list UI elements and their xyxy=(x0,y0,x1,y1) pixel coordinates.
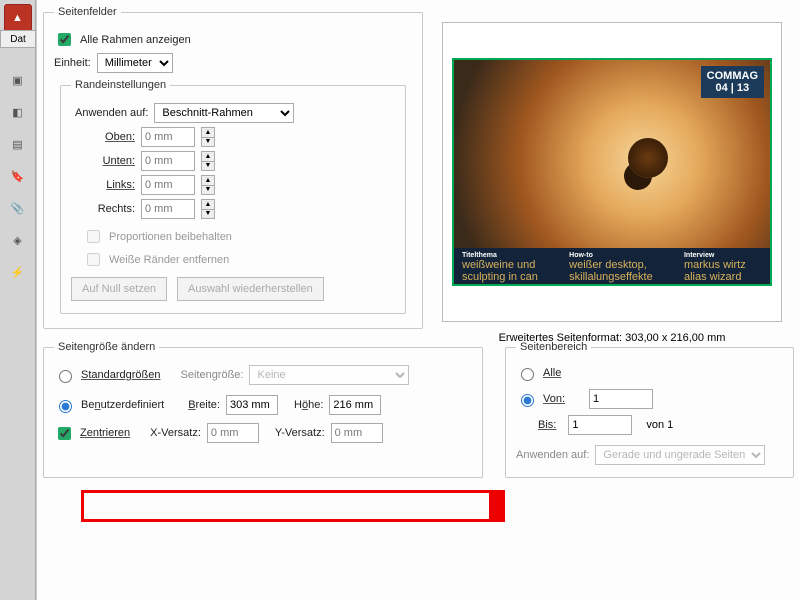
custom-size-label: Benutzerdefiniert xyxy=(81,399,164,411)
unit-select[interactable]: Millimeter xyxy=(97,53,173,73)
range-apply-label: Anwenden auf: xyxy=(516,449,589,461)
crop-dialog: Seitenfelder Alle Rahmen anzeigen Einhei… xyxy=(36,0,800,600)
show-all-boxes-checkbox[interactable] xyxy=(58,33,71,46)
top-label: Oben: xyxy=(83,131,135,143)
center-checkbox[interactable] xyxy=(58,427,71,440)
margin-settings-group: Randeinstellungen Anwenden auf: Beschnit… xyxy=(60,79,406,314)
to-input[interactable] xyxy=(568,415,632,435)
all-pages-radio[interactable] xyxy=(521,368,534,381)
xoffset-label: X-Versatz: xyxy=(150,427,201,439)
bottom-input[interactable] xyxy=(141,151,195,171)
width-label: Breite: xyxy=(188,399,220,411)
yoffset-label: Y-Versatz: xyxy=(275,427,325,439)
remove-white-checkbox[interactable] xyxy=(87,253,100,266)
tool-icon-3[interactable]: ▤ xyxy=(4,130,32,158)
standard-sizes-radio[interactable] xyxy=(59,370,72,383)
height-label: Höhe: xyxy=(294,399,323,411)
change-page-size-group: Seitengröße ändern Standardgrößen Seiten… xyxy=(43,341,483,478)
page-boxes-group: Seitenfelder Alle Rahmen anzeigen Einhei… xyxy=(43,6,423,329)
pagesize-label: Seitengröße: xyxy=(181,369,244,381)
file-tab[interactable]: Dat xyxy=(0,30,36,48)
attachment-icon[interactable]: 📎 xyxy=(4,194,32,222)
tool-icon-7[interactable]: ⚡ xyxy=(4,258,32,286)
right-label: Rechts: xyxy=(83,203,135,215)
magazine-footer: Titelthemaweißweine und sculpting in can… xyxy=(454,248,770,284)
bookmark-icon[interactable]: 🔖 xyxy=(4,162,32,190)
of-label: von 1 xyxy=(646,419,673,431)
bottom-spinner[interactable]: ▲▼ xyxy=(201,151,215,171)
height-input[interactable] xyxy=(329,395,381,415)
all-pages-label: Alle xyxy=(543,367,561,379)
left-label: Links: xyxy=(83,179,135,191)
top-spinner[interactable]: ▲▼ xyxy=(201,127,215,147)
right-spinner[interactable]: ▲▼ xyxy=(201,199,215,219)
extended-format-label: Erweitertes Seitenformat: 303,00 x 216,0… xyxy=(442,332,782,344)
page-range-group: Seitenbereich Alle Von: Bis: von 1 Anwen… xyxy=(505,341,794,478)
unit-label: Einheit: xyxy=(54,57,91,69)
from-label: Von: xyxy=(543,393,565,405)
left-input[interactable] xyxy=(141,175,195,195)
show-all-boxes-label: Alle Rahmen anzeigen xyxy=(80,34,191,46)
tool-icon-2[interactable]: ◧ xyxy=(4,98,32,126)
page-boxes-legend: Seitenfelder xyxy=(54,6,121,18)
remove-white-label: Weiße Ränder entfernen xyxy=(109,254,229,266)
restore-button[interactable]: Auswahl wiederherstellen xyxy=(177,277,324,301)
constrain-checkbox[interactable] xyxy=(87,230,100,243)
apply-to-select[interactable]: Beschnitt-Rahmen xyxy=(154,103,294,123)
tool-icon-1[interactable]: ▣ xyxy=(4,66,32,94)
change-size-legend: Seitengröße ändern xyxy=(54,341,159,353)
highlight-annotation xyxy=(81,490,505,522)
yoffset-input[interactable] xyxy=(331,423,383,443)
center-label: Zentrieren xyxy=(80,427,130,439)
page-preview: COMMAG 04 | 13 Titelthemaweißweine und s… xyxy=(442,22,782,322)
right-input[interactable] xyxy=(141,199,195,219)
constrain-label: Proportionen beibehalten xyxy=(109,231,232,243)
margin-legend: Randeinstellungen xyxy=(71,79,170,91)
xoffset-input[interactable] xyxy=(207,423,259,443)
to-label: Bis: xyxy=(538,419,556,431)
left-toolbar: ▲ Dat ▣ ◧ ▤ 🔖 📎 ◈ ⚡ xyxy=(0,0,36,600)
layers-icon[interactable]: ◈ xyxy=(4,226,32,254)
left-spinner[interactable]: ▲▼ xyxy=(201,175,215,195)
from-radio[interactable] xyxy=(521,394,534,407)
bottom-label: Unten: xyxy=(83,155,135,167)
magazine-badge: COMMAG 04 | 13 xyxy=(701,66,764,98)
range-apply-select[interactable]: Gerade und ungerade Seiten xyxy=(595,445,765,465)
apply-to-label: Anwenden auf: xyxy=(75,107,148,119)
reset-button[interactable]: Auf Null setzen xyxy=(71,277,167,301)
width-input[interactable] xyxy=(226,395,278,415)
standard-sizes-label: Standardgrößen xyxy=(81,369,161,381)
custom-size-radio[interactable] xyxy=(59,400,72,413)
pdf-app-icon: ▲ xyxy=(4,4,32,32)
preview-page: COMMAG 04 | 13 Titelthemaweißweine und s… xyxy=(452,58,772,286)
pagesize-select[interactable]: Keine xyxy=(249,365,409,385)
top-input[interactable] xyxy=(141,127,195,147)
from-input[interactable] xyxy=(589,389,653,409)
